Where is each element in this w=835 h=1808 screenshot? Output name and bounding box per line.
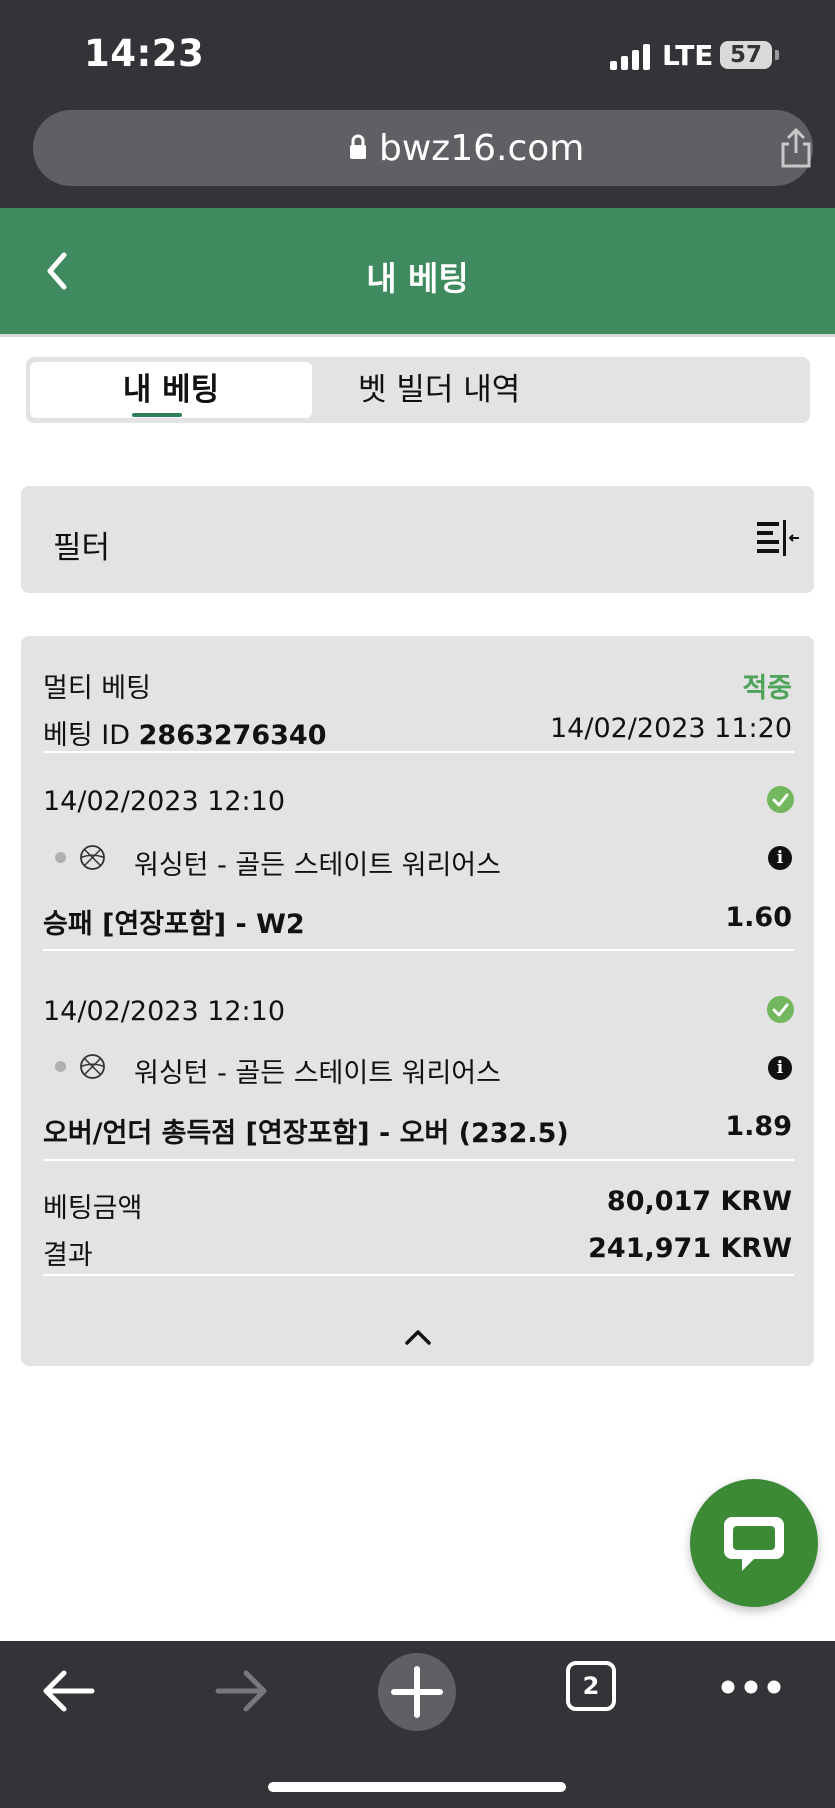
- selection-odds: 1.60: [725, 902, 792, 933]
- divider: [43, 949, 794, 951]
- back-arrow-icon[interactable]: [40, 1667, 96, 1715]
- bet-id-label: 베팅 ID: [43, 720, 131, 751]
- selection-datetime: 14/02/2023 12:10: [43, 996, 286, 1027]
- bet-id-value: 2863276340: [138, 720, 327, 751]
- url-text: bwz16.com: [379, 128, 585, 169]
- filter-icon[interactable]: [755, 519, 801, 559]
- app-header: 내 베팅: [0, 208, 835, 334]
- selection-match: 워싱턴 - 골든 스테이트 워리어스: [134, 850, 501, 881]
- network-type: LTE: [662, 39, 714, 72]
- lock-icon: [350, 134, 366, 159]
- win-check-icon: [767, 996, 794, 1023]
- tab-my-bets[interactable]: 내 베팅: [30, 362, 312, 418]
- tabs-button[interactable]: 2: [566, 1661, 616, 1711]
- battery-tip: [775, 50, 779, 60]
- chevron-up-icon[interactable]: [403, 1326, 433, 1348]
- battery-icon: 57: [720, 41, 772, 69]
- chat-button[interactable]: [690, 1479, 818, 1607]
- selection-datetime: 14/02/2023 12:10: [43, 786, 286, 817]
- stake-label: 베팅금액: [43, 1193, 143, 1224]
- tab-my-bets-label: 내 베팅: [122, 372, 220, 408]
- bet-card: 멀티 베팅 적중 베팅 ID 2863276340 14/02/2023 11:…: [21, 636, 814, 1366]
- selection-match: 워싱턴 - 골든 스테이트 워리어스: [134, 1058, 501, 1089]
- more-icon[interactable]: [720, 1679, 782, 1695]
- selection-market: 오버/언더 총득점 [연장포함] - 오버 (232.5): [43, 1118, 569, 1149]
- chat-icon: [724, 1517, 784, 1571]
- header-divider: [0, 334, 835, 337]
- url-bar[interactable]: bwz16.com: [33, 110, 813, 186]
- filter-label: 필터: [53, 530, 111, 566]
- win-check-icon: [767, 786, 794, 813]
- plus-icon: [391, 1666, 443, 1718]
- bet-type: 멀티 베팅: [43, 673, 151, 704]
- status-dot: [55, 1061, 66, 1072]
- bet-placed-at: 14/02/2023 11:20: [549, 713, 792, 744]
- forward-arrow-icon[interactable]: [214, 1667, 270, 1715]
- info-icon[interactable]: i: [768, 846, 792, 870]
- new-tab-button[interactable]: [378, 1653, 456, 1731]
- signal-icon: [610, 44, 652, 70]
- divider: [43, 1274, 794, 1276]
- basketball-icon: [80, 845, 105, 870]
- bet-id-row: 베팅 ID 2863276340: [43, 713, 327, 752]
- status-bar: 14:23 LTE 57: [0, 0, 835, 100]
- result-value: 241,971 KRW: [588, 1233, 792, 1264]
- stake-value: 80,017 KRW: [606, 1186, 792, 1217]
- page-title: 내 베팅: [366, 259, 469, 298]
- divider: [43, 751, 794, 753]
- result-label: 결과: [43, 1240, 93, 1271]
- share-icon[interactable]: [778, 127, 814, 169]
- divider: [43, 1159, 794, 1161]
- status-dot: [55, 852, 66, 863]
- filter-bar[interactable]: 필터: [21, 486, 814, 593]
- active-tab-indicator: [132, 413, 182, 417]
- info-icon[interactable]: i: [768, 1056, 792, 1080]
- tab-bar: 내 베팅 벳 빌더 내역: [26, 357, 810, 423]
- browser-chrome: 14:23 LTE 57 bwz16.com: [0, 0, 835, 208]
- home-indicator[interactable]: [268, 1782, 566, 1792]
- status-time: 14:23: [84, 32, 205, 75]
- tab-bet-builder-history[interactable]: 벳 빌더 내역: [316, 362, 546, 418]
- bet-status-badge: 적중: [742, 673, 792, 704]
- selection-market: 승패 [연장포함] - W2: [43, 909, 305, 940]
- selection-odds: 1.89: [725, 1111, 792, 1142]
- basketball-icon: [80, 1054, 105, 1079]
